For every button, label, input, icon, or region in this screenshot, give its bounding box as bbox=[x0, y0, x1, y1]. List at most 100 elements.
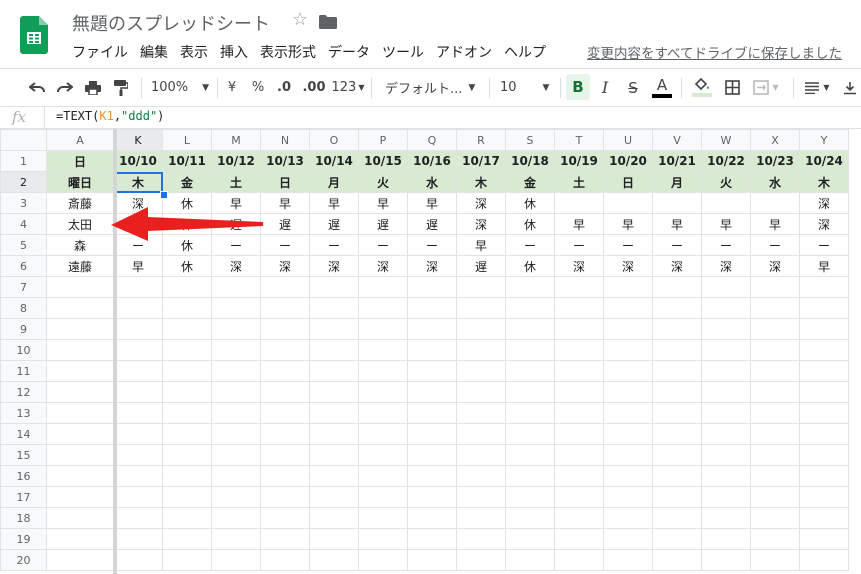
row-header-12[interactable]: 12 bbox=[0, 381, 47, 403]
sheets-logo-icon[interactable] bbox=[20, 16, 48, 54]
cell-s1[interactable]: 10/18 bbox=[505, 150, 555, 172]
cell-x1[interactable]: 10/23 bbox=[750, 150, 800, 172]
column-header-r[interactable]: R bbox=[456, 129, 506, 151]
cell-v5[interactable]: ー bbox=[652, 234, 702, 256]
cell-p12[interactable] bbox=[358, 381, 408, 403]
cell-x17[interactable] bbox=[750, 486, 800, 508]
cell-n15[interactable] bbox=[260, 444, 310, 466]
cell-l20[interactable] bbox=[162, 549, 212, 571]
cell-w3[interactable] bbox=[701, 192, 751, 214]
fill-handle[interactable] bbox=[160, 191, 168, 199]
cell-t19[interactable] bbox=[554, 528, 604, 550]
row-header-19[interactable]: 19 bbox=[0, 528, 47, 550]
cell-u4[interactable]: 早 bbox=[603, 213, 653, 235]
cell-r12[interactable] bbox=[456, 381, 506, 403]
cell-x7[interactable] bbox=[750, 276, 800, 298]
column-header-o[interactable]: O bbox=[309, 129, 359, 151]
cell-n2[interactable]: 日 bbox=[260, 171, 310, 193]
cell-a9[interactable] bbox=[46, 318, 114, 340]
cell-y6[interactable]: 早 bbox=[799, 255, 849, 277]
cell-a1[interactable]: 日 bbox=[46, 150, 114, 172]
cell-p5[interactable]: ー bbox=[358, 234, 408, 256]
cell-a6[interactable]: 遠藤 bbox=[46, 255, 114, 277]
cell-p6[interactable]: 深 bbox=[358, 255, 408, 277]
cell-p18[interactable] bbox=[358, 507, 408, 529]
cell-w16[interactable] bbox=[701, 465, 751, 487]
cell-y14[interactable] bbox=[799, 423, 849, 445]
cell-v18[interactable] bbox=[652, 507, 702, 529]
cell-o18[interactable] bbox=[309, 507, 359, 529]
column-header-v[interactable]: V bbox=[652, 129, 702, 151]
cell-n12[interactable] bbox=[260, 381, 310, 403]
cell-k12[interactable] bbox=[113, 381, 163, 403]
cell-u13[interactable] bbox=[603, 402, 653, 424]
cell-q4[interactable]: 遅 bbox=[407, 213, 457, 235]
column-header-x[interactable]: X bbox=[750, 129, 800, 151]
cell-l19[interactable] bbox=[162, 528, 212, 550]
cell-k10[interactable] bbox=[113, 339, 163, 361]
cell-t5[interactable]: ー bbox=[554, 234, 604, 256]
cell-s12[interactable] bbox=[505, 381, 555, 403]
cell-y8[interactable] bbox=[799, 297, 849, 319]
cell-q9[interactable] bbox=[407, 318, 457, 340]
cell-v19[interactable] bbox=[652, 528, 702, 550]
row-header-9[interactable]: 9 bbox=[0, 318, 47, 340]
row-header-8[interactable]: 8 bbox=[0, 297, 47, 319]
cell-t13[interactable] bbox=[554, 402, 604, 424]
cell-x2[interactable]: 水 bbox=[750, 171, 800, 193]
cell-p2[interactable]: 火 bbox=[358, 171, 408, 193]
cell-k18[interactable] bbox=[113, 507, 163, 529]
cell-a19[interactable] bbox=[46, 528, 114, 550]
cell-w15[interactable] bbox=[701, 444, 751, 466]
cell-v13[interactable] bbox=[652, 402, 702, 424]
cell-k15[interactable] bbox=[113, 444, 163, 466]
cell-t8[interactable] bbox=[554, 297, 604, 319]
cell-m18[interactable] bbox=[211, 507, 261, 529]
cell-q10[interactable] bbox=[407, 339, 457, 361]
cell-l16[interactable] bbox=[162, 465, 212, 487]
column-header-a[interactable]: A bbox=[46, 129, 114, 151]
cell-a3[interactable]: 斎藤 bbox=[46, 192, 114, 214]
cell-r7[interactable] bbox=[456, 276, 506, 298]
cell-x10[interactable] bbox=[750, 339, 800, 361]
cell-r9[interactable] bbox=[456, 318, 506, 340]
cell-u12[interactable] bbox=[603, 381, 653, 403]
cell-y12[interactable] bbox=[799, 381, 849, 403]
cell-k7[interactable] bbox=[113, 276, 163, 298]
cell-p15[interactable] bbox=[358, 444, 408, 466]
cell-n17[interactable] bbox=[260, 486, 310, 508]
menu-help[interactable]: ヘルプ bbox=[504, 45, 546, 61]
cell-u6[interactable]: 深 bbox=[603, 255, 653, 277]
fill-color-icon[interactable] bbox=[690, 69, 714, 106]
cell-r20[interactable] bbox=[456, 549, 506, 571]
cell-q13[interactable] bbox=[407, 402, 457, 424]
cell-y1[interactable]: 10/24 bbox=[799, 150, 849, 172]
cell-r17[interactable] bbox=[456, 486, 506, 508]
percent-button[interactable]: % bbox=[248, 69, 268, 106]
cell-a5[interactable]: 森 bbox=[46, 234, 114, 256]
cell-u15[interactable] bbox=[603, 444, 653, 466]
cell-a11[interactable] bbox=[46, 360, 114, 382]
cell-r2[interactable]: 木 bbox=[456, 171, 506, 193]
cell-r11[interactable] bbox=[456, 360, 506, 382]
cell-k9[interactable] bbox=[113, 318, 163, 340]
cell-v16[interactable] bbox=[652, 465, 702, 487]
cell-o3[interactable]: 早 bbox=[309, 192, 359, 214]
cell-s16[interactable] bbox=[505, 465, 555, 487]
cell-q2[interactable]: 水 bbox=[407, 171, 457, 193]
cell-p3[interactable]: 早 bbox=[358, 192, 408, 214]
cell-o15[interactable] bbox=[309, 444, 359, 466]
text-color-button[interactable]: A bbox=[650, 69, 674, 106]
cell-y5[interactable]: ー bbox=[799, 234, 849, 256]
cell-l18[interactable] bbox=[162, 507, 212, 529]
cell-w14[interactable] bbox=[701, 423, 751, 445]
formula-input[interactable]: =TEXT(K1,"ddd") bbox=[56, 109, 164, 123]
cell-l9[interactable] bbox=[162, 318, 212, 340]
cell-o11[interactable] bbox=[309, 360, 359, 382]
bold-button[interactable]: B bbox=[566, 74, 590, 100]
cell-r16[interactable] bbox=[456, 465, 506, 487]
menu-edit[interactable]: 編集 bbox=[140, 45, 168, 61]
cell-u20[interactable] bbox=[603, 549, 653, 571]
undo-icon[interactable] bbox=[26, 69, 48, 106]
cell-s20[interactable] bbox=[505, 549, 555, 571]
